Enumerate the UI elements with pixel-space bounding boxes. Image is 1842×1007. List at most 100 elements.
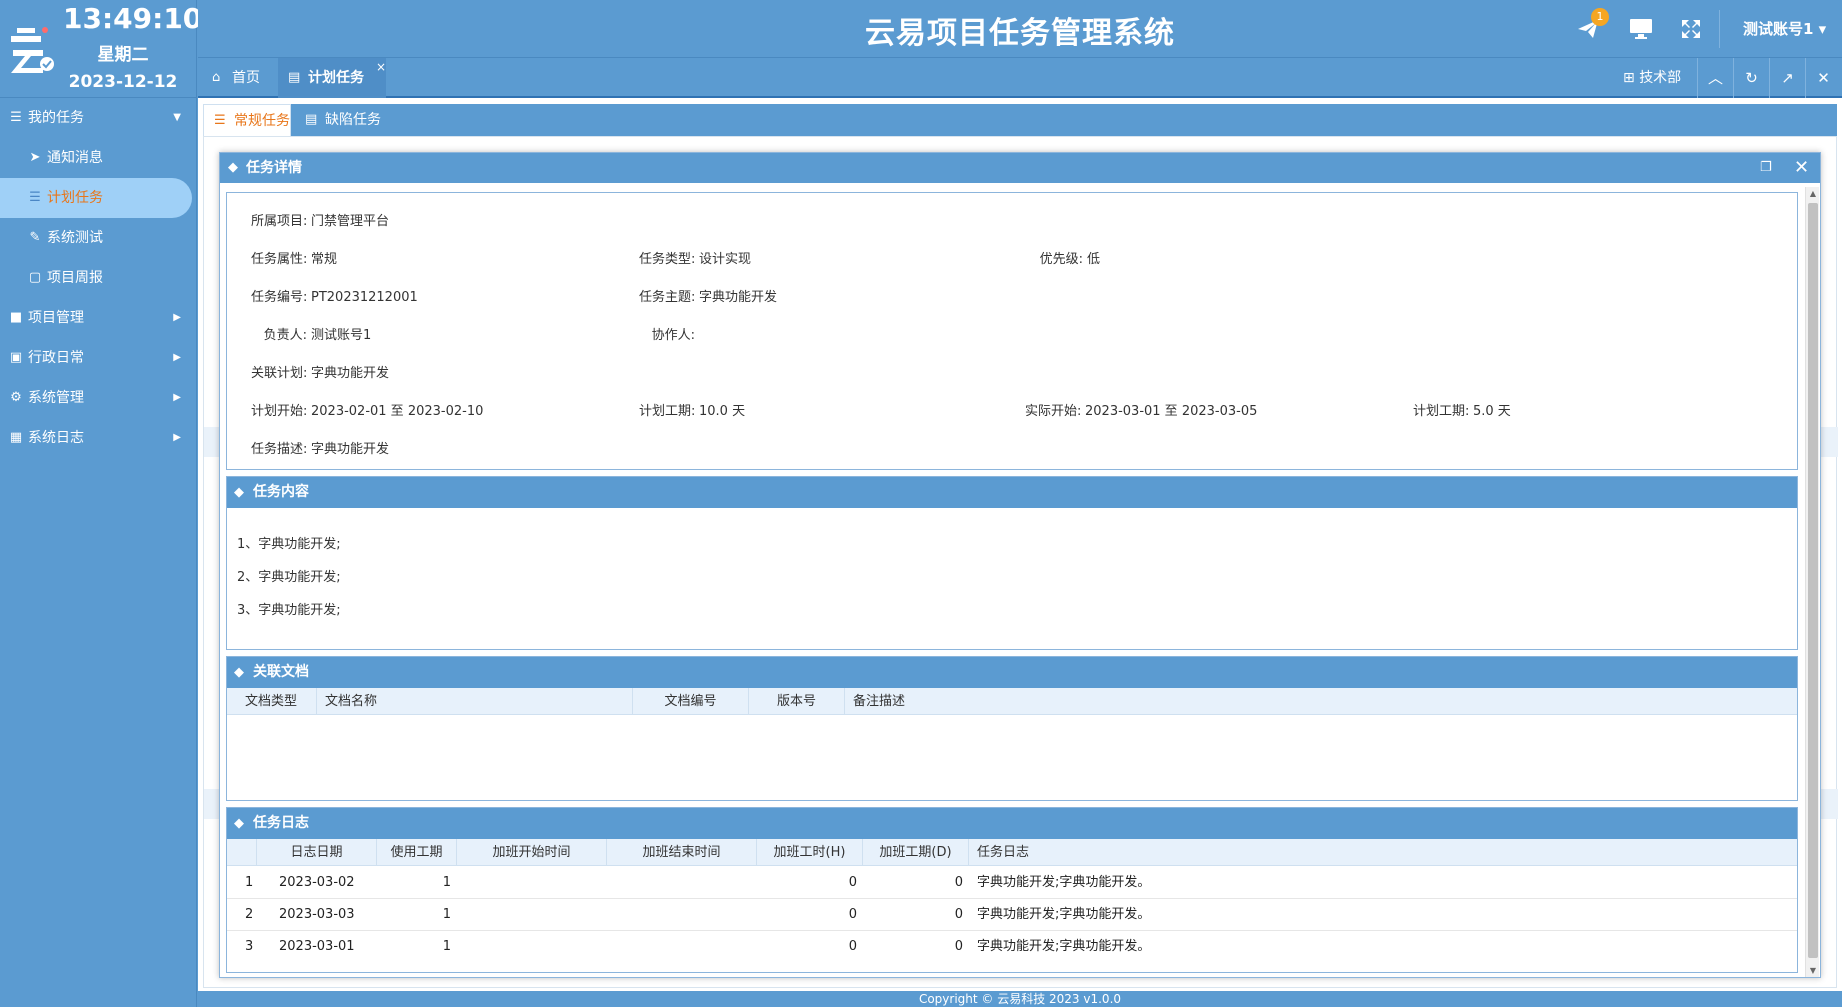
field-task-no: 任务编号: PT20231212001	[251, 286, 418, 305]
tab-close-icon[interactable]: ×	[376, 60, 386, 74]
collapse-up-icon[interactable]: ︿	[1697, 58, 1733, 98]
field-priority: 优先级: 低	[1027, 248, 1100, 267]
cell-ot-hours: 0	[848, 907, 857, 922]
sidebar-section-project-mgmt[interactable]: ■ 项目管理 ▶	[0, 298, 197, 338]
dialog-title: 任务详情	[246, 160, 302, 176]
table-row[interactable]: 3 2023-03-01 1 0 0 字典功能开发;字典功能开发。	[227, 931, 1797, 963]
task-content-panel: ◆ 任务内容 1、字典功能开发; 2、字典功能开发; 3、字典功能开发;	[226, 476, 1798, 650]
caret-right-icon: ▶	[173, 432, 181, 443]
cell-log: 字典功能开发;字典功能开发。	[977, 875, 1151, 890]
sidebar-section-admin-daily[interactable]: ▣ 行政日常 ▶	[0, 338, 197, 378]
docs-table-header: 文档类型 文档名称 文档编号 版本号 备注描述	[227, 688, 1797, 715]
column-header[interactable]: 备注描述	[845, 688, 1745, 715]
fullscreen-icon[interactable]	[1676, 14, 1706, 44]
sidebar-section-label: 系统日志	[28, 430, 84, 446]
cell-ot-hours: 0	[848, 939, 857, 954]
row-number-header	[227, 839, 257, 866]
column-header[interactable]: 加班工期(D)	[863, 839, 969, 866]
folder-icon: ■	[9, 310, 23, 325]
logo-icon	[11, 27, 54, 73]
panel-header: ◆ 任务内容	[227, 477, 1797, 508]
table-row[interactable]: 2 2023-03-03 1 0 0 字典功能开发;字典功能开发。	[227, 899, 1797, 931]
tab-label: 计划任务	[308, 70, 364, 86]
task-info-panel: 所属项目: 门禁管理平台 任务属性: 常规 任务类型: 设计实现 优先级: 低 任务编号…	[226, 192, 1798, 470]
tab-label: 常规任务	[234, 113, 290, 129]
field-actual-start: 实际开始: 2023-03-01 至 2023-03-05	[1025, 400, 1257, 419]
cell-ot-days: 0	[954, 939, 963, 954]
sidebar: 13:49:10 星期二 2023-12-12 ☰ 我的任务 ▼ ➤ 通知消息 …	[0, 0, 202, 1007]
panel-title: 任务内容	[253, 484, 309, 500]
column-header[interactable]: 日志日期	[257, 839, 377, 866]
department-label[interactable]: ⊞ 技术部	[1623, 58, 1681, 98]
column-header[interactable]: 加班开始时间	[457, 839, 607, 866]
tab-regular-tasks[interactable]: ☰ 常规任务	[203, 104, 291, 136]
sidebar-item-system-test[interactable]: ✎ 系统测试	[0, 218, 197, 258]
cell-log: 字典功能开发;字典功能开发。	[977, 939, 1151, 954]
cell-date: 2023-03-03	[279, 907, 355, 922]
cell-used: 1	[442, 875, 451, 890]
app: 13:49:10 星期二 2023-12-12 ☰ 我的任务 ▼ ➤ 通知消息 …	[0, 0, 1842, 1007]
calendar-grid-icon: ▦	[9, 430, 23, 445]
field-owner: 负责人: 测试账号1	[251, 324, 372, 343]
sidebar-section-system-mgmt[interactable]: ⚙ 系统管理 ▶	[0, 378, 197, 418]
field-value: 常规	[311, 252, 338, 267]
field-label: 关联计划:	[251, 366, 308, 381]
user-menu[interactable]: 测试账号1 ▾	[1743, 18, 1826, 39]
scrollbar[interactable]: ▲ ▼	[1805, 187, 1819, 977]
task-detail-dialog: ◆ 任务详情 ❐ ✕ ▲ ▼ 所属项目: 门禁管理平台 任务属性: 常规 任务类型:…	[219, 152, 1821, 978]
sidebar-item-plan-tasks[interactable]: ☰ 计划任务	[0, 178, 192, 218]
scrollbar-thumb[interactable]	[1808, 203, 1818, 958]
sidebar-menu: ☰ 我的任务 ▼ ➤ 通知消息 ☰ 计划任务 ✎ 系统测试 ▢ 项目周报 ■ 项…	[0, 98, 197, 458]
field-linked-plan: 关联计划: 字典功能开发	[251, 362, 389, 381]
close-all-icon[interactable]: ✕	[1805, 58, 1841, 98]
sidebar-section-my-tasks[interactable]: ☰ 我的任务 ▼	[0, 98, 197, 138]
field-value: 低	[1087, 252, 1101, 267]
column-header[interactable]: 文档编号	[633, 688, 749, 715]
close-icon[interactable]: ✕	[1794, 153, 1809, 183]
column-header[interactable]: 文档类型	[237, 688, 317, 715]
column-header[interactable]: 使用工期	[377, 839, 457, 866]
cell-ot-days: 0	[954, 875, 963, 890]
column-header[interactable]: 加班结束时间	[607, 839, 757, 866]
sidebar-item-label: 通知消息	[47, 150, 103, 166]
tab-label: 首页	[232, 70, 260, 86]
badge-icon: ▣	[9, 350, 23, 365]
column-header[interactable]: 任务日志	[969, 839, 1769, 866]
task-log-panel: ◆ 任务日志 日志日期 使用工期 加班开始时间 加班结束时间 加班工时(H) 加…	[226, 807, 1798, 973]
department-text: 技术部	[1639, 70, 1682, 86]
column-header[interactable]: 文档名称	[317, 688, 633, 715]
header-divider	[1719, 10, 1720, 48]
field-description: 任务描述: 字典功能开发	[251, 438, 389, 457]
field-label: 所属项目:	[251, 214, 308, 229]
table-row[interactable]: 1 2023-03-02 1 0 0 字典功能开发;字典功能开发。	[227, 867, 1797, 899]
tab-home[interactable]: ⌂ 首页	[202, 58, 272, 98]
sidebar-item-label: 系统测试	[47, 230, 103, 246]
tab-plan-tasks[interactable]: ▤ 计划任务	[278, 58, 386, 98]
maximize-icon[interactable]: ❐	[1760, 153, 1772, 183]
tab-defect-tasks[interactable]: ▤ 缺陷任务	[295, 104, 391, 136]
field-plan-duration-2: 计划工期: 5.0 天	[1413, 400, 1511, 419]
scroll-up-icon[interactable]: ▲	[1806, 189, 1820, 198]
column-header[interactable]: 加班工时(H)	[757, 839, 863, 866]
paper-plane-icon: ➤	[29, 150, 41, 165]
sidebar-item-notifications[interactable]: ➤ 通知消息	[0, 138, 197, 178]
sidebar-section-system-log[interactable]: ▦ 系统日志 ▶	[0, 418, 197, 458]
monitor-icon[interactable]	[1626, 14, 1656, 44]
field-label: 计划开始:	[251, 404, 308, 419]
cell-used: 1	[442, 907, 451, 922]
open-external-icon[interactable]: ↗	[1769, 58, 1805, 98]
tag-icon: ◆	[234, 485, 244, 500]
tab-label: 缺陷任务	[325, 112, 381, 128]
sidebar-section-label: 项目管理	[28, 310, 84, 326]
field-label: 计划工期:	[1413, 404, 1470, 419]
field-label: 任务编号:	[251, 290, 308, 305]
column-header[interactable]: 版本号	[749, 688, 845, 715]
cell-date: 2023-03-01	[279, 939, 355, 954]
field-subject: 任务主题: 字典功能开发	[639, 286, 777, 305]
notification-badge: 1	[1591, 8, 1609, 26]
sidebar-item-weekly-report[interactable]: ▢ 项目周报	[0, 258, 197, 298]
refresh-icon[interactable]: ↻	[1733, 58, 1769, 98]
scroll-down-icon[interactable]: ▼	[1806, 966, 1820, 975]
clock-date: 2023-12-12	[68, 72, 178, 92]
cell-ot-hours: 0	[848, 875, 857, 890]
